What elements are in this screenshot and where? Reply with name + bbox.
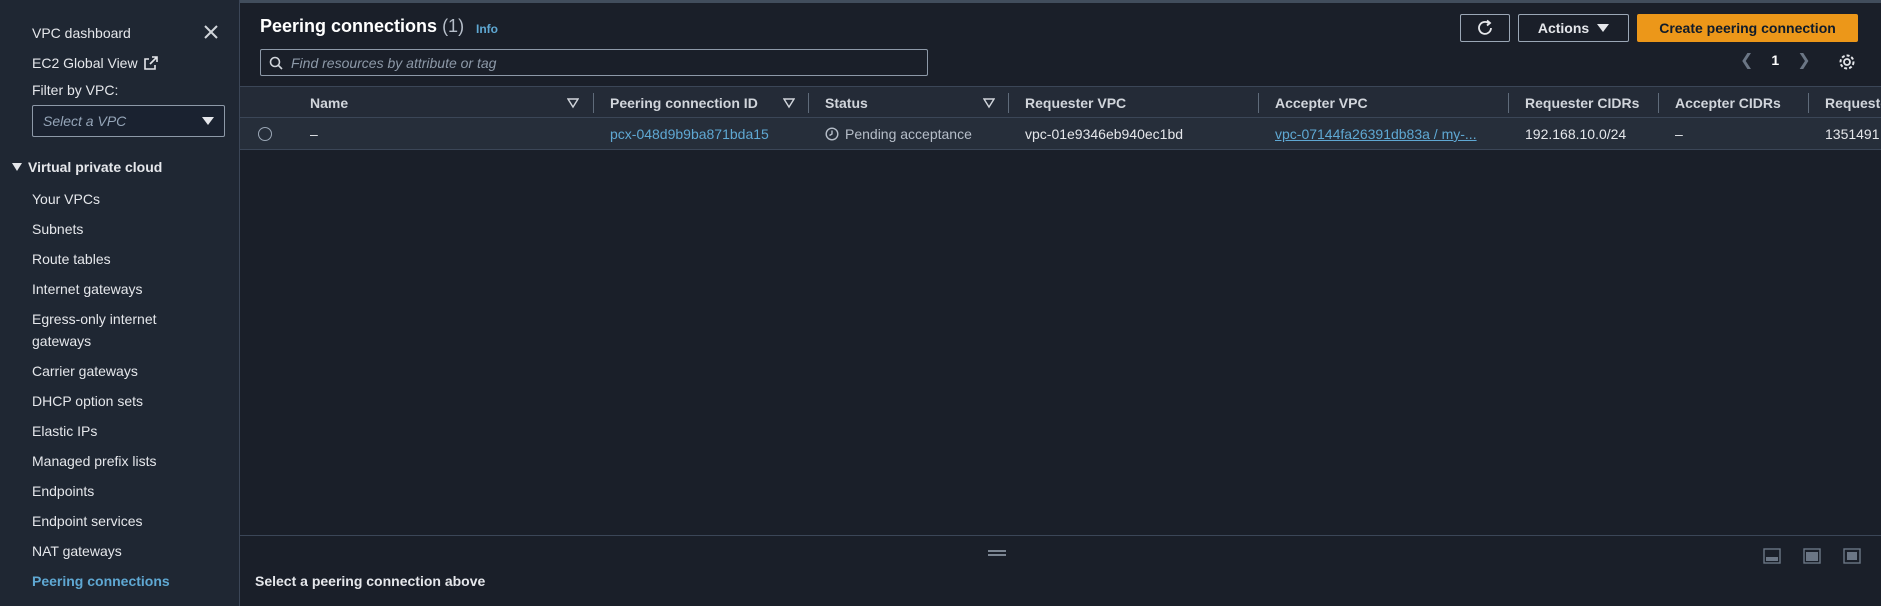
- search-input[interactable]: [291, 54, 911, 71]
- cell-name: –: [310, 126, 318, 142]
- close-icon[interactable]: [203, 24, 219, 40]
- search-field[interactable]: [260, 49, 928, 76]
- details-empty-message: Select a peering connection above: [255, 573, 486, 589]
- sidebar-item-nat-gateways[interactable]: NAT gateways: [32, 540, 122, 562]
- sidebar-item-dhcp-option-sets[interactable]: DHCP option sets: [32, 390, 143, 412]
- column-header-requester-vpc[interactable]: Requester VPC: [1025, 87, 1126, 119]
- drag-handle-icon[interactable]: [988, 550, 1006, 556]
- details-split-panel: Select a peering connection above: [240, 535, 1881, 606]
- page-title-count: (1): [442, 16, 465, 36]
- info-link[interactable]: Info: [476, 22, 498, 36]
- sort-icon[interactable]: [983, 97, 995, 109]
- column-header-peering-id[interactable]: Peering connection ID: [610, 87, 758, 119]
- column-header-requester-owner[interactable]: Requeste: [1825, 87, 1881, 119]
- actions-button[interactable]: Actions: [1518, 14, 1629, 42]
- sort-icon[interactable]: [783, 97, 795, 109]
- sidebar-item-carrier-gateways[interactable]: Carrier gateways: [32, 360, 138, 382]
- column-divider[interactable]: [808, 93, 809, 113]
- current-page[interactable]: 1: [1771, 52, 1779, 68]
- column-header-accepter-cidrs[interactable]: Accepter CIDRs: [1675, 87, 1781, 119]
- panel-hide-icon[interactable]: [1843, 548, 1861, 564]
- previous-page-icon[interactable]: ❮: [1740, 50, 1753, 70]
- sort-icon[interactable]: [567, 97, 579, 109]
- panel-side-icon[interactable]: [1803, 548, 1821, 564]
- search-icon: [269, 56, 283, 70]
- caret-down-icon: [12, 163, 22, 171]
- clock-icon: [825, 127, 839, 141]
- sidebar-item-elastic-ips[interactable]: Elastic IPs: [32, 420, 97, 442]
- column-header-accepter-vpc[interactable]: Accepter VPC: [1275, 87, 1368, 119]
- sidebar-item-internet-gateways[interactable]: Internet gateways: [32, 278, 143, 300]
- status-text: Pending acceptance: [845, 126, 972, 142]
- section-title: Virtual private cloud: [28, 159, 163, 175]
- refresh-icon: [1478, 19, 1492, 35]
- table-row[interactable]: – pcx-048d9b9ba871bda15 Pending acceptan…: [240, 118, 1881, 150]
- column-divider[interactable]: [1258, 93, 1259, 113]
- sidebar-item-route-tables[interactable]: Route tables: [32, 248, 111, 270]
- cell-accepter-vpc-link[interactable]: vpc-07144fa26391db83a / my-...: [1275, 118, 1477, 150]
- top-divider: [240, 0, 1881, 3]
- panel-bottom-icon[interactable]: [1763, 548, 1781, 564]
- sidebar-item-peering-connections[interactable]: Peering connections: [32, 570, 170, 592]
- column-divider[interactable]: [1008, 93, 1009, 113]
- sidebar-item-egress-only-gateways[interactable]: Egress-only internet gateways: [32, 308, 182, 352]
- page-title-text: Peering connections: [260, 16, 438, 36]
- actions-label: Actions: [1537, 20, 1590, 36]
- row-select-radio[interactable]: [258, 127, 272, 141]
- vpc-filter-select[interactable]: Select a VPC: [32, 105, 225, 137]
- cell-requester-vpc: vpc-01e9346eb940ec1bd: [1025, 126, 1184, 142]
- vpc-filter-placeholder: Select a VPC: [43, 113, 127, 129]
- main-content: Peering connections (1) Info Actions Cre…: [240, 0, 1881, 606]
- sidebar-item-managed-prefix-lists[interactable]: Managed prefix lists: [32, 450, 157, 472]
- sidebar-item-subnets[interactable]: Subnets: [32, 218, 83, 240]
- create-peering-connection-button[interactable]: Create peering connection: [1637, 14, 1858, 42]
- panel-position-controls: [1763, 548, 1861, 564]
- column-divider[interactable]: [1808, 93, 1809, 113]
- next-page-icon[interactable]: ❯: [1797, 50, 1810, 70]
- sidebar-item-endpoint-services[interactable]: Endpoint services: [32, 510, 143, 532]
- refresh-button[interactable]: [1460, 14, 1510, 42]
- sidebar-item-your-vpcs[interactable]: Your VPCs: [32, 188, 100, 210]
- external-link-icon: [143, 56, 158, 70]
- column-header-name[interactable]: Name: [310, 87, 348, 119]
- nav-ec2-global-view-label: EC2 Global View: [32, 55, 138, 71]
- column-header-requester-cidrs[interactable]: Requester CIDRs: [1525, 87, 1639, 119]
- nav-ec2-global-view[interactable]: EC2 Global View: [32, 55, 158, 71]
- column-divider[interactable]: [1508, 93, 1509, 113]
- gear-icon[interactable]: [1837, 52, 1857, 72]
- pagination: ❮ 1 ❯: [1740, 50, 1811, 70]
- section-virtual-private-cloud[interactable]: Virtual private cloud: [12, 159, 162, 175]
- nav-vpc-dashboard[interactable]: VPC dashboard: [32, 25, 131, 41]
- cell-accepter-cidrs: –: [1675, 126, 1683, 142]
- side-navigation: VPC dashboard EC2 Global View Filter by …: [0, 0, 240, 606]
- cell-status: Pending acceptance: [825, 118, 972, 150]
- cell-requester-owner: 1351491: [1825, 126, 1880, 142]
- column-divider[interactable]: [593, 93, 594, 113]
- caret-down-icon: [202, 117, 214, 125]
- sidebar-item-endpoints[interactable]: Endpoints: [32, 480, 94, 502]
- cell-peering-id-link[interactable]: pcx-048d9b9ba871bda15: [610, 118, 769, 150]
- column-divider[interactable]: [1658, 93, 1659, 113]
- table-header: Name Peering connection ID Status Reques…: [240, 86, 1881, 118]
- column-header-status[interactable]: Status: [825, 87, 868, 119]
- filter-by-vpc-label: Filter by VPC:: [32, 82, 119, 98]
- cell-requester-cidrs: 192.168.10.0/24: [1525, 126, 1627, 142]
- page-title: Peering connections (1): [260, 16, 464, 37]
- caret-down-icon: [1597, 24, 1610, 32]
